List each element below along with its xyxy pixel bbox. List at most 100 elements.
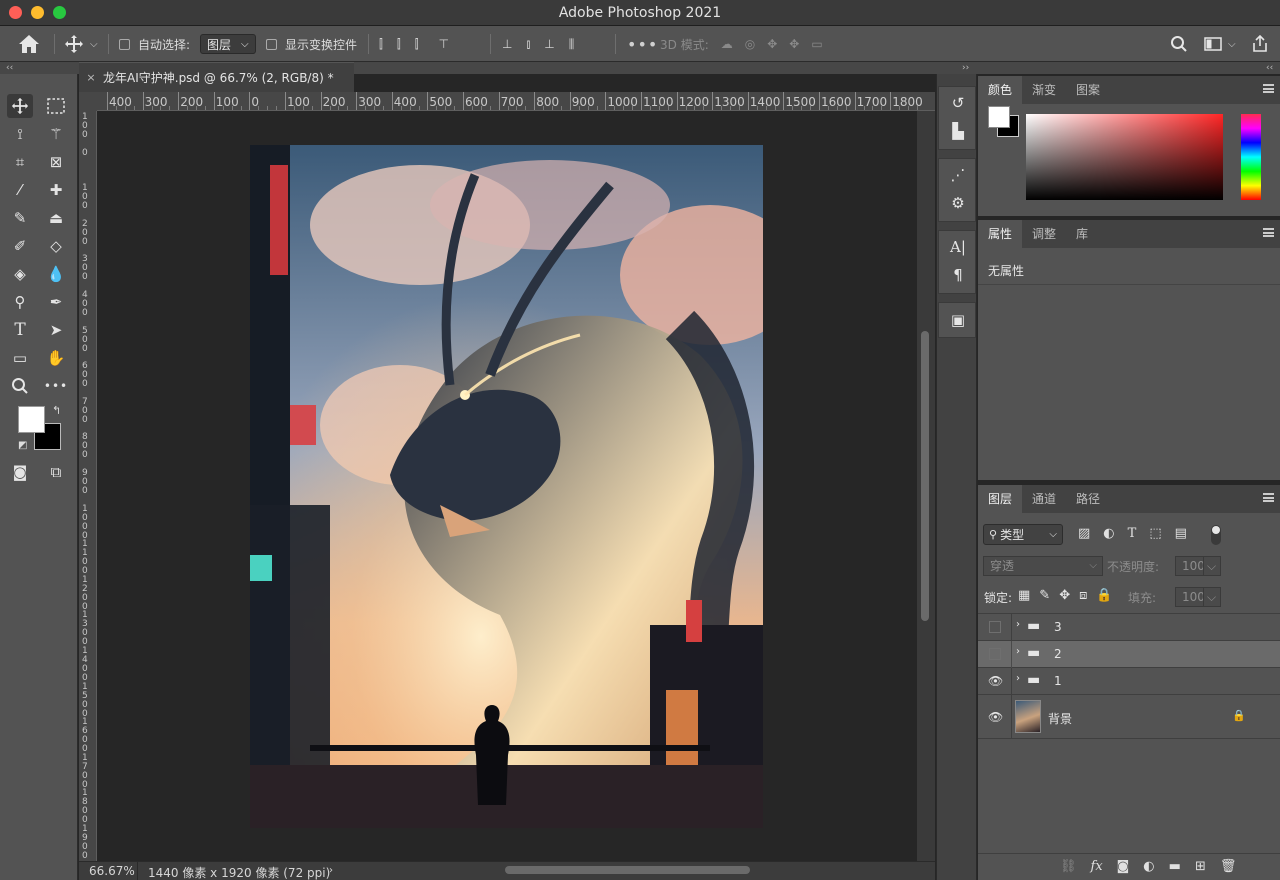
filter-shape-icon[interactable]: ⬚ — [1149, 526, 1161, 541]
tab-channels[interactable]: 通道 — [1022, 485, 1066, 513]
folder-icon[interactable]: ▬ — [1169, 859, 1181, 874]
filter-toggle[interactable] — [1211, 525, 1221, 545]
new-layer-icon[interactable]: ⊞ — [1195, 859, 1206, 874]
paint-bucket-tool[interactable]: ◈ — [7, 262, 33, 286]
color-field[interactable] — [1026, 114, 1223, 200]
brush-tool[interactable]: ✎ — [7, 206, 33, 230]
3d-orbit-icon[interactable]: ☁ — [721, 37, 733, 51]
lock-transparent-icon[interactable]: ▦ — [1018, 588, 1030, 603]
panel-menu-icon[interactable] — [1263, 493, 1274, 502]
collapse-dock-button[interactable]: ›› — [962, 62, 969, 74]
3d-camera-icon[interactable]: ▭ — [811, 37, 822, 51]
vertical-ruler[interactable]: 1 0 0 0 1 0 0 2 0 0 3 0 0 4 0 0 5 0 0 6 0 0 7 0 … — [79, 111, 97, 861]
layer-row[interactable]: › ▬ 3 — [978, 614, 1280, 641]
share-icon[interactable] — [1252, 35, 1268, 53]
align-vcenter-icon[interactable]: ⫾ — [526, 37, 530, 52]
tab-color[interactable]: 颜色 — [978, 76, 1023, 104]
type-tool[interactable]: T — [7, 318, 33, 342]
horizontal-ruler[interactable]: 400 300 200 100 0 100 200 300 400 500 600 700 800 900… — [97, 92, 935, 111]
tab-paths[interactable]: 路径 — [1066, 485, 1110, 513]
distribute-icon[interactable]: ⫼ — [569, 37, 575, 52]
panel-menu-icon[interactable] — [1263, 84, 1274, 93]
status-menu-chevron-icon[interactable]: › — [329, 865, 333, 876]
lasso-tool[interactable]: ⟟ — [7, 122, 33, 146]
brushes-panel-button[interactable]: ⋰ — [939, 163, 977, 187]
lock-image-icon[interactable]: ✎ — [1039, 588, 1050, 603]
fill-chevron-icon[interactable]: ⌵ — [1203, 587, 1221, 607]
adjustment-icon[interactable]: ◐ — [1143, 859, 1154, 874]
path-selection-tool[interactable]: ➤ — [43, 318, 69, 342]
visibility-toggle[interactable] — [989, 648, 1001, 660]
image-panel-button[interactable]: ▣ — [939, 308, 977, 332]
auto-select-checkbox[interactable] — [119, 38, 130, 50]
align-left-icon[interactable]: ⫿ — [379, 37, 383, 52]
link-icon[interactable]: ⛓ — [1060, 859, 1077, 874]
paragraph-panel-button[interactable]: ¶ — [939, 263, 977, 287]
layer-row[interactable]: › ▬ 2 — [978, 641, 1280, 668]
tab-libraries[interactable]: 库 — [1066, 220, 1098, 248]
filter-type-icon[interactable]: T — [1128, 526, 1137, 541]
eraser-tool[interactable]: ◇ — [43, 234, 69, 258]
expand-chevron-icon[interactable]: › — [1016, 673, 1020, 684]
healing-brush-tool[interactable]: ✚ — [43, 178, 69, 202]
move-tool-preset-button[interactable]: ⌵ — [64, 26, 98, 62]
rectangle-tool[interactable]: ▭ — [7, 346, 33, 370]
tab-layers[interactable]: 图层 — [978, 485, 1023, 513]
trash-icon[interactable]: 🗑 — [1220, 859, 1237, 874]
adjust-panel-button[interactable]: ⚙ — [939, 191, 977, 215]
panel-foreground-swatch[interactable] — [988, 106, 1010, 128]
zoom-tool[interactable] — [7, 374, 33, 398]
lock-all-icon[interactable]: 🔒 — [1096, 588, 1112, 603]
fx-icon[interactable]: fx — [1091, 859, 1103, 874]
quick-mask-button[interactable]: ◙ — [7, 460, 33, 484]
swap-colors-icon[interactable]: ↰ — [52, 404, 61, 417]
magic-wand-tool[interactable]: ⚚ — [43, 122, 69, 146]
opacity-chevron-icon[interactable]: ⌵ — [1203, 556, 1221, 576]
history-brush-tool[interactable]: ✐ — [7, 234, 33, 258]
tab-gradient[interactable]: 渐变 — [1022, 76, 1066, 104]
visibility-toggle[interactable] — [989, 621, 1001, 633]
default-colors-icon[interactable]: ◩ — [18, 440, 27, 451]
marquee-tool[interactable] — [43, 94, 69, 118]
zoom-level[interactable]: 66.67% — [89, 864, 135, 878]
3d-slide-icon[interactable]: ✥ — [789, 37, 799, 51]
lock-position-icon[interactable]: ✥ — [1059, 588, 1070, 603]
vertical-scrollbar[interactable] — [917, 111, 935, 861]
expand-chevron-icon[interactable]: › — [1016, 619, 1020, 630]
layer-row[interactable]: 👁 › ▬ 1 — [978, 668, 1280, 695]
edit-toolbar-button[interactable]: ••• — [43, 374, 69, 398]
filter-smart-object-icon[interactable]: ▤ — [1175, 526, 1187, 541]
panel-menu-icon[interactable] — [1263, 228, 1274, 237]
close-document-icon[interactable]: × — [79, 71, 103, 84]
auto-select-dropdown[interactable]: 图层 ⌵ — [200, 34, 256, 54]
chevron-down-icon[interactable]: ⌵ — [1228, 39, 1236, 50]
vertical-scroll-thumb[interactable] — [921, 331, 929, 621]
align-top-icon[interactable]: ⊤ — [439, 37, 449, 51]
crop-tool[interactable]: ⌗ — [7, 150, 33, 174]
align-hcenter-icon[interactable]: ⫿ — [397, 37, 401, 52]
show-transform-checkbox[interactable] — [266, 38, 277, 50]
layer-filter-dropdown[interactable]: ⚲ 类型 ⌵ — [983, 524, 1063, 545]
actions-panel-button[interactable]: ▙ — [939, 119, 977, 143]
align-right-icon[interactable]: ⫿ — [415, 37, 419, 52]
search-icon[interactable] — [1170, 35, 1188, 53]
history-panel-button[interactable]: ↺ — [939, 91, 977, 115]
mask-icon[interactable]: ◙ — [1117, 859, 1130, 874]
align-top-edge-icon[interactable]: ⊥ — [502, 37, 512, 51]
document-tab[interactable]: × 龙年AI守护神.psd @ 66.7% (2, RGB/8) * — [79, 62, 354, 92]
collapse-panels-button[interactable]: ‹‹ — [1266, 62, 1273, 74]
filter-pixel-icon[interactable]: ▨ — [1078, 526, 1090, 541]
3d-roll-icon[interactable]: ◎ — [745, 37, 755, 51]
clone-stamp-tool[interactable]: ⏏ — [43, 206, 69, 230]
eye-icon[interactable]: 👁 — [988, 710, 1003, 724]
3d-pan-icon[interactable]: ✥ — [767, 37, 777, 51]
artwork-dragon-image[interactable] — [250, 145, 763, 828]
horizontal-scroll-thumb[interactable] — [505, 866, 750, 874]
more-options-button[interactable]: ••• — [627, 26, 658, 62]
collapse-toolbar-button[interactable]: ‹‹ — [6, 62, 13, 74]
align-bottom-icon[interactable]: ⊥ — [544, 37, 554, 51]
home-button[interactable] — [18, 26, 40, 62]
eye-icon[interactable]: 👁 — [988, 674, 1003, 688]
screen-mode-button[interactable]: ⧉ — [43, 460, 69, 484]
filter-adjustment-icon[interactable]: ◐ — [1103, 526, 1114, 541]
